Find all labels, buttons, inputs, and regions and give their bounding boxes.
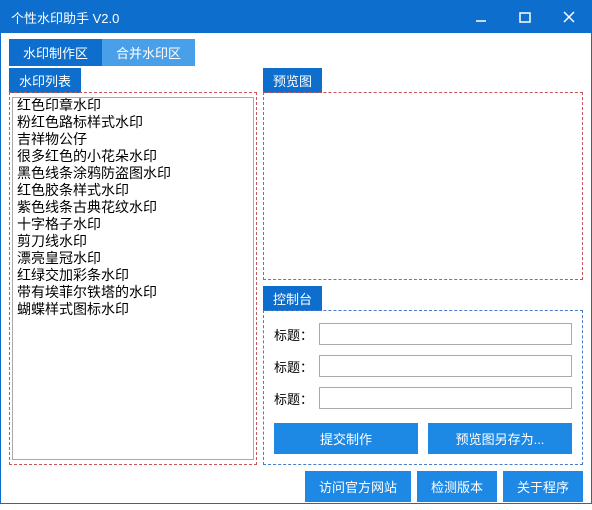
list-item[interactable]: 红色印章水印: [13, 98, 253, 115]
tab-bar: 水印制作区 合并水印区: [1, 33, 591, 66]
form-row-2: 标题：: [274, 355, 572, 377]
control-container: 标题： 标题： 标题： 提交制作 预览图另: [263, 310, 583, 465]
window-title: 个性水印助手 V2.0: [11, 8, 459, 27]
preview-area: [266, 95, 580, 275]
about-button[interactable]: 关于程序: [503, 471, 583, 502]
control-buttons: 提交制作 预览图另存为...: [274, 423, 572, 454]
list-item[interactable]: 红绿交加彩条水印: [13, 268, 253, 285]
control-header: 控制台: [263, 286, 322, 311]
save-as-button[interactable]: 预览图另存为...: [428, 423, 572, 454]
titlebar: 个性水印助手 V2.0: [1, 1, 591, 33]
title-input-2[interactable]: [319, 355, 572, 377]
minimize-button[interactable]: [459, 1, 503, 33]
list-item[interactable]: 紫色线条古典花纹水印: [13, 200, 253, 217]
check-version-button[interactable]: 检测版本: [417, 471, 497, 502]
left-panel: 水印列表 红色印章水印粉红色路标样式水印吉祥物公仔很多红色的小花朵水印黑色线条涂…: [9, 68, 257, 465]
submit-button[interactable]: 提交制作: [274, 423, 418, 454]
list-item[interactable]: 很多红色的小花朵水印: [13, 149, 253, 166]
list-item[interactable]: 粉红色路标样式水印: [13, 115, 253, 132]
maximize-button[interactable]: [503, 1, 547, 33]
list-container: 红色印章水印粉红色路标样式水印吉祥物公仔很多红色的小花朵水印黑色线条涂鸦防盗图水…: [9, 92, 257, 465]
list-item[interactable]: 吉祥物公仔: [13, 132, 253, 149]
titlebar-buttons: [459, 1, 591, 33]
list-item[interactable]: 剪刀线水印: [13, 234, 253, 251]
tab-make[interactable]: 水印制作区: [9, 39, 102, 66]
content-area: 水印列表 红色印章水印粉红色路标样式水印吉祥物公仔很多红色的小花朵水印黑色线条涂…: [1, 66, 591, 471]
close-button[interactable]: [547, 1, 591, 33]
watermark-list[interactable]: 红色印章水印粉红色路标样式水印吉祥物公仔很多红色的小花朵水印黑色线条涂鸦防盗图水…: [12, 97, 254, 460]
control-panel: 标题： 标题： 标题： 提交制作 预览图另: [266, 313, 580, 460]
list-item[interactable]: 蝴蝶样式图标水印: [13, 302, 253, 319]
main-window: 个性水印助手 V2.0 水印制作区 合并水印区 水印列表 红色印章水印粉红色路标…: [0, 0, 592, 504]
title-input-3[interactable]: [319, 387, 572, 409]
preview-container: [263, 92, 583, 280]
list-item[interactable]: 红色胶条样式水印: [13, 183, 253, 200]
list-item[interactable]: 黑色线条涂鸦防盗图水印: [13, 166, 253, 183]
visit-site-button[interactable]: 访问官方网站: [305, 471, 411, 502]
form-row-3: 标题：: [274, 387, 572, 409]
right-panel: 预览图 控制台 标题： 标题：: [263, 68, 583, 465]
footer-buttons: 访问官方网站 检测版本 关于程序: [1, 471, 591, 510]
list-item[interactable]: 带有埃菲尔铁塔的水印: [13, 285, 253, 302]
preview-header: 预览图: [263, 68, 322, 93]
label-1: 标题：: [274, 325, 313, 344]
tab-merge[interactable]: 合并水印区: [102, 39, 195, 66]
label-2: 标题：: [274, 357, 313, 376]
list-item[interactable]: 十字格子水印: [13, 217, 253, 234]
title-input-1[interactable]: [319, 323, 572, 345]
list-header: 水印列表: [9, 68, 81, 93]
form-row-1: 标题：: [274, 323, 572, 345]
list-item[interactable]: 漂亮皇冠水印: [13, 251, 253, 268]
label-3: 标题：: [274, 389, 313, 408]
